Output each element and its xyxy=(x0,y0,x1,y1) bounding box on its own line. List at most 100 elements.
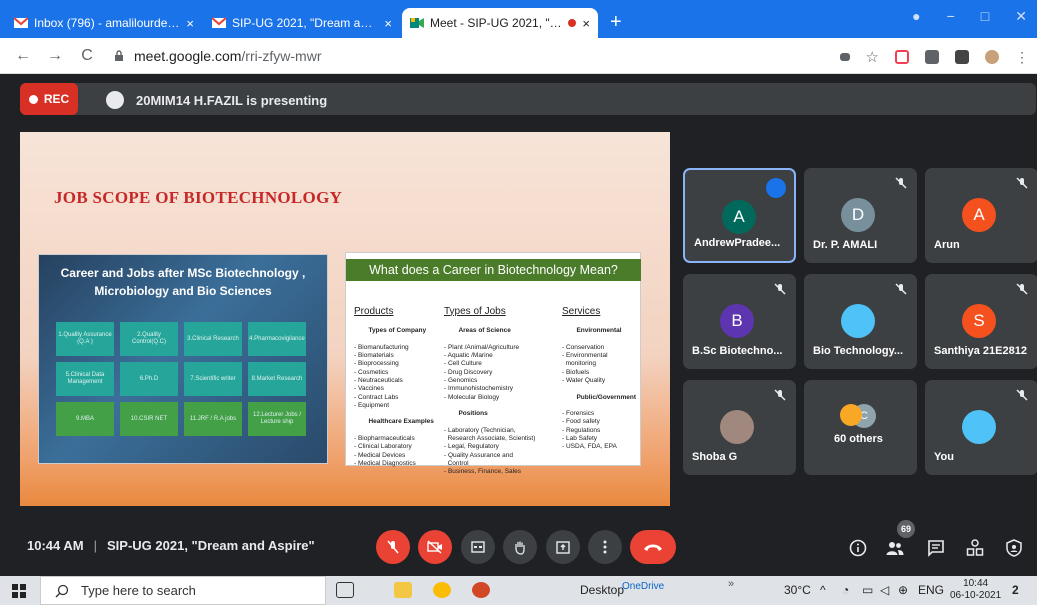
chat-icon[interactable] xyxy=(927,539,945,557)
meet-icon xyxy=(410,18,424,28)
tab-title: Inbox (796) - amalilourdes@gmail xyxy=(34,16,180,30)
leave-call-button[interactable] xyxy=(630,530,676,564)
activities-icon[interactable] xyxy=(966,539,984,557)
products-header: Products xyxy=(354,305,394,317)
volume-icon[interactable]: ◁ xyxy=(880,583,889,597)
rec-label: REC xyxy=(43,92,70,106)
avatar: S xyxy=(962,304,996,338)
people-icon[interactable] xyxy=(886,539,904,557)
recording-dot-icon xyxy=(568,19,577,27)
grid-cell: 5.Clinical Data Management xyxy=(56,362,114,396)
meet-main: REC 20MIM14 H.FAZIL is presenting JOB SC… xyxy=(0,74,1037,576)
system-clock[interactable]: 10:44 06-10-2021 xyxy=(950,578,1001,602)
hand-icon xyxy=(515,541,525,555)
onedrive-label[interactable]: OneDrive xyxy=(622,581,664,592)
url-field[interactable]: meet.google.com/rri-zfyw-mwr xyxy=(114,48,322,64)
more-options-button[interactable] xyxy=(588,530,622,564)
camera-icon[interactable] xyxy=(839,53,850,61)
windows-taskbar: Type here to search Desktop OneDrive » 3… xyxy=(0,576,1037,605)
toolbar-chevron[interactable]: » xyxy=(728,578,734,590)
host-controls-icon[interactable] xyxy=(1005,539,1023,557)
file-explorer-icon[interactable] xyxy=(394,582,412,598)
browser-menu-button[interactable]: ⋮ xyxy=(1015,49,1029,66)
taskbar-search-box[interactable]: Type here to search xyxy=(40,576,326,605)
tab-close-button[interactable]: × xyxy=(186,16,194,31)
minimize-button[interactable]: − xyxy=(947,8,955,25)
battery-icon[interactable]: ▭ xyxy=(862,583,873,597)
hang-up-icon xyxy=(644,544,662,551)
chrome-icon[interactable] xyxy=(433,582,451,598)
participant-tile[interactable]: A AndrewPradee... xyxy=(683,168,796,263)
language-icon[interactable]: ⊕ xyxy=(898,583,908,597)
presenter-info: 20MIM14 H.FAZIL is presenting xyxy=(106,91,327,109)
raise-hand-button[interactable] xyxy=(503,530,537,564)
window-controls: ● − □ ✕ xyxy=(912,8,1027,25)
language-indicator[interactable]: ENG xyxy=(918,583,944,597)
present-button[interactable] xyxy=(546,530,580,564)
tab-close-button[interactable]: × xyxy=(384,16,392,31)
forward-button[interactable]: → xyxy=(46,47,64,65)
notification-badge[interactable]: 2 xyxy=(1012,583,1019,597)
products-items2: - Biopharmaceuticals - Clinical Laborato… xyxy=(354,435,416,467)
services-items2: - Forensics - Food safety - Regulations … xyxy=(562,410,617,451)
tray-chevron-icon[interactable]: ^ xyxy=(820,583,826,597)
lock-icon xyxy=(115,50,123,61)
windows-start-icon[interactable] xyxy=(12,584,26,598)
network-icon[interactable]: ◔ xyxy=(842,583,849,597)
tab-close-button[interactable]: × xyxy=(582,16,590,31)
participant-name: B.Sc Biotechno... xyxy=(692,345,783,357)
grid-cell: 6.Ph.D xyxy=(120,362,178,396)
participant-tile[interactable]: Bio Technology... xyxy=(804,274,917,369)
rec-button[interactable]: REC xyxy=(20,83,78,115)
slide-title: JOB SCOPE OF BIOTECHNOLOGY xyxy=(54,188,343,207)
avatar xyxy=(840,404,862,426)
back-button[interactable]: ← xyxy=(14,47,32,65)
jobs-column: Types of Jobs Areas of Science - Plant /… xyxy=(444,291,535,493)
browser-tab-bar: Inbox (796) - amalilourdes@gmail × SIP-U… xyxy=(0,0,1037,38)
mic-off-icon xyxy=(387,540,399,554)
services-sub1: Environmental xyxy=(576,327,622,335)
reload-button[interactable]: C xyxy=(78,47,96,65)
bookmark-star-button[interactable]: ☆ xyxy=(866,48,879,66)
pocket-icon[interactable] xyxy=(895,50,909,64)
desktop-toolbar-label[interactable]: Desktop xyxy=(580,583,624,597)
task-view-icon[interactable] xyxy=(336,582,354,598)
participant-tile-self[interactable]: You xyxy=(925,380,1037,475)
participant-tile[interactable]: S Santhiya 21E2812 xyxy=(925,274,1037,369)
avatar: A xyxy=(962,198,996,232)
new-tab-button[interactable]: + xyxy=(600,11,632,38)
powerpoint-icon[interactable] xyxy=(472,582,490,598)
grid-cell: 11.JRF / R.A jobs xyxy=(184,402,242,436)
participant-tile[interactable]: B B.Sc Biotechno... xyxy=(683,274,796,369)
extension-bar: ☆ ⋮ xyxy=(839,48,1029,66)
tab-title: SIP-UG 2021, "Dream and Aspire" xyxy=(232,16,378,30)
captions-button[interactable] xyxy=(461,530,495,564)
camera-toggle-button[interactable] xyxy=(418,530,452,564)
info-icon[interactable] xyxy=(849,539,867,557)
others-count: 60 others xyxy=(834,433,883,445)
maximize-button[interactable]: □ xyxy=(981,8,989,25)
presentation-banner: REC 20MIM14 H.FAZIL is presenting xyxy=(20,83,1036,115)
career-meaning-image: What does a Career in Biotechnology Mean… xyxy=(345,252,641,475)
close-window-button[interactable]: ✕ xyxy=(1015,8,1027,25)
jobs-sub2: Positions xyxy=(458,410,488,418)
weather-temperature[interactable]: 30°C xyxy=(784,583,811,597)
mic-off-icon xyxy=(774,283,786,295)
services-items1: - Conservation - Environmental monitorin… xyxy=(562,343,608,384)
tab-sip-ug[interactable]: SIP-UG 2021, "Dream and Aspire" × xyxy=(204,8,400,38)
jobs-sub1: Areas of Science xyxy=(458,327,511,335)
services-header: Services xyxy=(562,305,601,317)
tab-meet[interactable]: Meet - SIP-UG 2021, "Dream × xyxy=(402,8,598,38)
participant-tile[interactable]: D Dr. P. AMALI xyxy=(804,168,917,263)
products-items1: - Biomanufacturing - Biomaterials - Biop… xyxy=(354,343,409,409)
extension-icon[interactable] xyxy=(925,50,939,64)
others-tile[interactable]: C 60 others xyxy=(804,380,917,475)
participant-tile[interactable]: Shoba G xyxy=(683,380,796,475)
profile-dropdown-icon[interactable]: ● xyxy=(912,8,920,25)
puzzle-icon[interactable] xyxy=(955,50,969,64)
participant-tile[interactable]: A Arun xyxy=(925,168,1037,263)
more-vert-icon xyxy=(603,540,607,554)
tab-inbox[interactable]: Inbox (796) - amalilourdes@gmail × xyxy=(6,8,202,38)
profile-avatar[interactable] xyxy=(985,50,999,64)
mic-toggle-button[interactable] xyxy=(376,530,410,564)
